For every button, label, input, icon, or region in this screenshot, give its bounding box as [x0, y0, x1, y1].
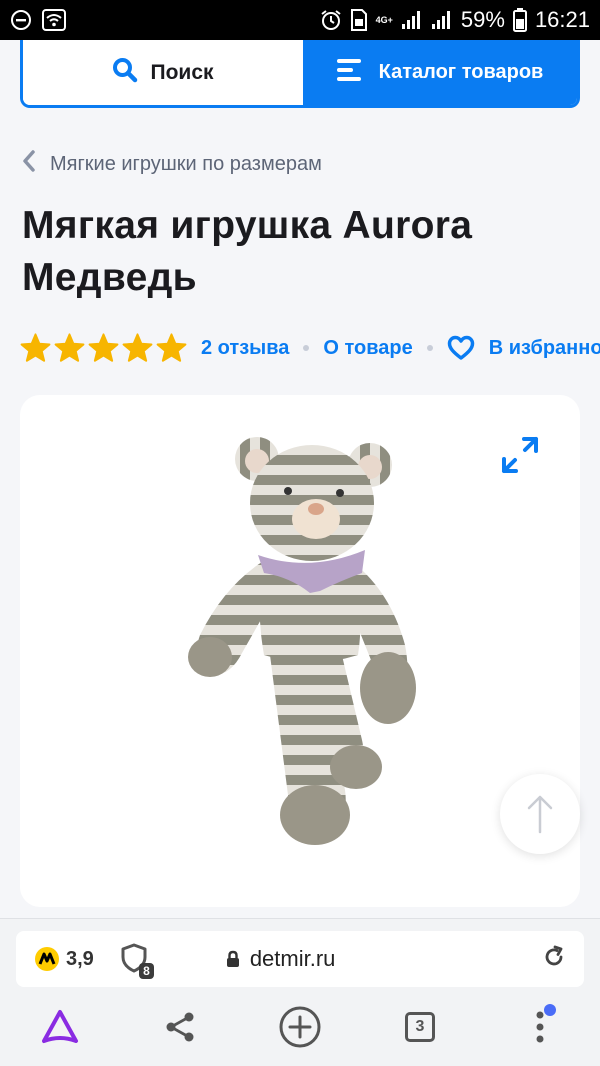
clock: 16:21: [534, 7, 590, 32]
trackers-blocked-count: 8: [139, 963, 154, 979]
reviews-link[interactable]: 2 отзыва: [201, 337, 289, 360]
more-vertical-icon: [536, 1011, 544, 1043]
menu-button[interactable]: [510, 1002, 570, 1052]
catalog-label: Каталог товаров: [378, 61, 544, 83]
new-tab-button[interactable]: [270, 1002, 330, 1052]
browser-nav: 3: [0, 999, 600, 1055]
signal-icon-2: [431, 10, 453, 30]
battery-icon: [512, 8, 527, 32]
address-bar[interactable]: 3,9 8 detmir.ru: [16, 931, 584, 987]
alice-button[interactable]: [30, 1002, 90, 1052]
separator-dot: [303, 345, 310, 351]
search-icon: [112, 57, 138, 89]
rating-stars: [20, 333, 187, 363]
url-display[interactable]: detmir.ru: [226, 946, 336, 972]
plus-circle-icon: [279, 1006, 321, 1048]
signal-icon: [401, 10, 423, 30]
sim-icon: [350, 9, 368, 31]
separator-dot: [426, 345, 433, 351]
share-icon: [166, 1012, 194, 1042]
expand-image-button[interactable]: [498, 433, 542, 477]
url-text: detmir.ru: [249, 946, 336, 971]
star-icon: [122, 333, 153, 362]
alarm-icon: [320, 9, 342, 31]
alice-icon: [42, 1010, 78, 1043]
menu-icon: [336, 58, 365, 87]
star-icon: [54, 333, 85, 362]
product-image: [188, 437, 416, 845]
tracker-protection-button[interactable]: 8: [120, 943, 154, 979]
do-not-disturb-icon: [10, 9, 32, 31]
lock-icon: [226, 950, 239, 967]
heart-icon: [447, 335, 474, 360]
star-icon: [88, 333, 119, 362]
expand-icon: [502, 437, 538, 473]
breadcrumb-label: Мягкие игрушки по размерам: [50, 152, 322, 175]
site-rating-value: 3,9: [66, 947, 94, 970]
add-to-favorites-button[interactable]: В избранное: [447, 335, 600, 361]
status-bar: 4G+ 59% 16:21: [0, 0, 600, 40]
browser-toolbar: 3,9 8 detmir.ru 3: [0, 918, 600, 1066]
star-icon: [20, 333, 51, 362]
yandex-market-icon: [35, 947, 59, 971]
page-title: Мягкая игрушка Aurora Медведь: [22, 204, 473, 299]
scroll-to-top-button[interactable]: [500, 774, 580, 854]
tabs-button[interactable]: 3: [390, 1002, 450, 1052]
product-gallery[interactable]: [20, 395, 580, 907]
arrow-up-icon: [527, 795, 553, 834]
chevron-left-icon: [22, 150, 36, 178]
reload-icon: [545, 945, 563, 965]
breadcrumb[interactable]: Мягкие игрушки по размерам: [22, 150, 322, 178]
network-type-indicator: 4G+: [375, 14, 393, 25]
site-rating[interactable]: 3,9: [34, 946, 94, 972]
favorites-label: В избранное: [488, 336, 600, 359]
star-icon: [156, 333, 187, 362]
search-button[interactable]: Поиск: [23, 40, 303, 105]
catalog-button[interactable]: Каталог товаров: [303, 40, 577, 105]
product-meta-row: 2 отзыва О товаре В избранное: [20, 330, 600, 366]
search-label: Поиск: [150, 60, 214, 84]
about-product-link[interactable]: О товаре: [323, 337, 412, 360]
tabs-count: 3: [405, 1012, 435, 1042]
battery-percent: 59%: [460, 7, 505, 32]
reload-button[interactable]: [542, 945, 566, 974]
search-catalog-bar: Поиск Каталог товаров: [20, 40, 580, 108]
wifi-icon: [42, 9, 66, 31]
notification-dot: [544, 1004, 556, 1016]
share-button[interactable]: [150, 1002, 210, 1052]
